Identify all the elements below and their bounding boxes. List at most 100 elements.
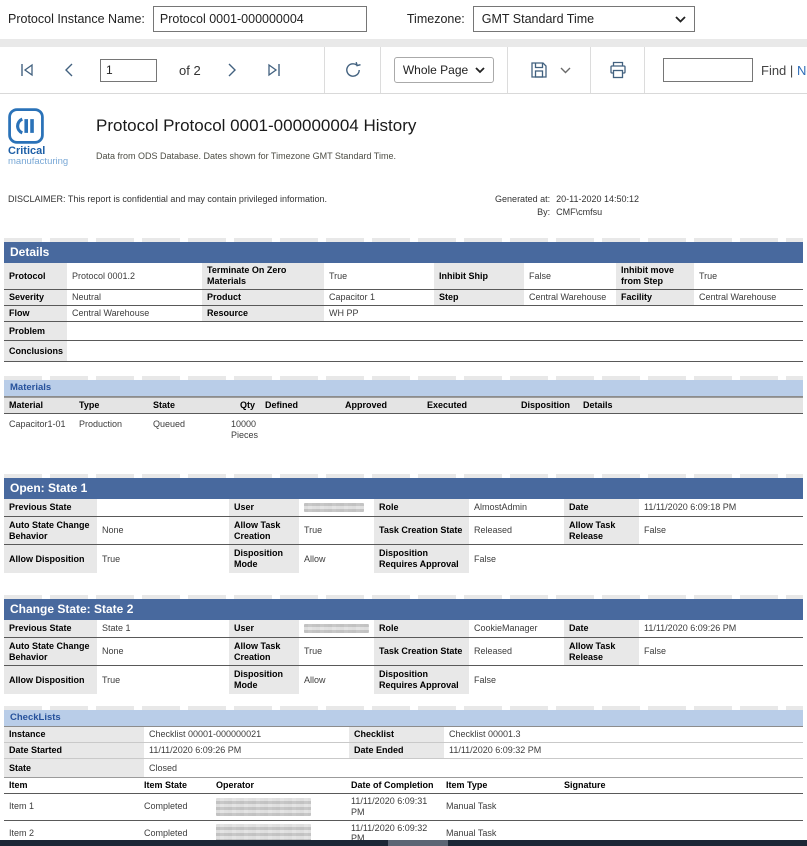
find-next-button[interactable]: Next — [797, 63, 807, 78]
field-value: 11/11/2020 6:09:26 PM — [639, 620, 803, 637]
approved-cell — [340, 414, 422, 448]
title-block: Protocol Protocol 0001-000000004 History… — [84, 108, 416, 167]
field-value: 11/11/2020 6:09:18 PM — [639, 499, 803, 516]
field-value: Protocol 0001.2 — [67, 263, 202, 289]
field-label: Protocol — [4, 263, 67, 289]
field-value: 11/11/2020 6:09:32 PM — [444, 743, 803, 758]
completion-date-cell: 11/11/2020 6:09:31 PM — [346, 794, 441, 820]
field-value: Central Warehouse — [67, 306, 202, 321]
first-page-icon — [18, 61, 36, 79]
field-value: Released — [469, 517, 564, 544]
field-value: CookieManager — [469, 620, 564, 637]
column-header: Item Type — [441, 778, 559, 793]
column-header: Disposition — [516, 398, 578, 413]
field-value: True — [299, 517, 374, 544]
timezone-select[interactable]: GMT Standard Time — [473, 6, 695, 32]
field-label: Conclusions — [4, 341, 67, 361]
field-label: Allow Disposition — [4, 666, 97, 694]
field-value: Checklist 00001.3 — [444, 727, 803, 742]
zoom-select[interactable]: Whole Page — [394, 57, 494, 83]
field-label: Role — [374, 620, 469, 637]
field-label: Auto State Change Behavior — [4, 517, 97, 544]
field-label: Terminate On Zero Materials — [202, 263, 324, 289]
table-header-row: Item Item State Operator Date of Complet… — [4, 777, 803, 794]
export-button[interactable] — [526, 57, 552, 83]
last-page-icon — [265, 61, 283, 79]
section-header: Details — [4, 242, 803, 263]
zoom-group: Whole Page — [381, 47, 508, 93]
disclaimer-text: DISCLAIMER: This report is confidential … — [8, 194, 327, 217]
details-cell — [578, 414, 803, 448]
table-row: Auto State Change Behavior None Allow Ta… — [4, 638, 803, 666]
field-label: Auto State Change Behavior — [4, 638, 97, 665]
field-value: Checklist 00001-000000021 — [144, 727, 349, 742]
column-header: Item State — [139, 778, 211, 793]
print-button[interactable] — [605, 57, 631, 83]
logo-text-manufacturing: manufacturing — [8, 157, 84, 167]
refresh-button[interactable] — [341, 58, 365, 82]
table-row: Conclusions — [4, 341, 803, 362]
field-label: Disposition Requires Approval — [374, 545, 469, 573]
field-value-user — [299, 620, 374, 637]
zoom-selected-value: Whole Page — [403, 63, 468, 77]
report-body: Details Protocol Protocol 0001.2 Termina… — [0, 238, 807, 846]
field-label: Role — [374, 499, 469, 516]
timezone-selected-value: GMT Standard Time — [482, 12, 594, 26]
field-value: Closed — [144, 759, 803, 777]
field-value: True — [324, 263, 434, 289]
field-value: Allow — [299, 666, 374, 694]
field-value: Allow — [299, 545, 374, 573]
disposition-cell — [516, 414, 578, 448]
column-header: Operator — [211, 778, 346, 793]
field-value-user — [299, 499, 374, 516]
state-cell: Queued — [148, 414, 226, 448]
export-dropdown-button[interactable] — [558, 65, 573, 76]
section-header: Change State: State 2 — [4, 599, 803, 620]
field-label: User — [229, 620, 299, 637]
previous-page-button[interactable] — [60, 59, 78, 81]
printer-icon — [607, 59, 629, 81]
field-value: False — [469, 666, 803, 694]
field-label: Allow Task Creation — [229, 638, 299, 665]
protocol-instance-name-input[interactable] — [153, 6, 367, 32]
find-next-controls: Find | Next — [761, 63, 807, 78]
field-value: Capacitor 1 — [324, 290, 434, 305]
executed-cell — [422, 414, 516, 448]
field-label: Task Creation State — [374, 517, 469, 544]
scrollbar-thumb[interactable] — [388, 840, 448, 846]
column-header: Date of Completion — [346, 778, 441, 793]
field-value: Central Warehouse — [694, 290, 803, 305]
next-page-button[interactable] — [223, 59, 241, 81]
table-row: Previous State State 1 User Role CookieM… — [4, 620, 803, 638]
column-header: Qty — [226, 398, 260, 413]
field-label: Instance — [4, 727, 144, 742]
table-row: Instance Checklist 00001-000000021 Check… — [4, 727, 803, 743]
field-value: None — [97, 638, 229, 665]
divider-strip — [0, 39, 807, 47]
column-header: Signature — [559, 778, 803, 793]
field-value: False — [524, 263, 616, 289]
report-header: Critical manufacturing Protocol Protocol… — [0, 94, 807, 167]
next-page-icon — [225, 61, 239, 79]
find-button[interactable]: Find — [761, 63, 786, 78]
report-viewer-page: Protocol Instance Name: Timezone: GMT St… — [0, 0, 807, 846]
horizontal-scrollbar[interactable] — [0, 840, 807, 846]
field-label: Task Creation State — [374, 638, 469, 665]
field-value: AlmostAdmin — [469, 499, 564, 516]
item-state-cell: Completed — [139, 794, 211, 820]
last-page-button[interactable] — [263, 59, 285, 81]
column-header: Item — [4, 778, 139, 793]
first-page-button[interactable] — [16, 59, 38, 81]
table-row: Allow Disposition True Disposition Mode … — [4, 666, 803, 694]
page-number-input[interactable] — [100, 59, 157, 82]
table-row: Flow Central Warehouse Resource WH PP — [4, 306, 803, 322]
table-row: Allow Disposition True Disposition Mode … — [4, 545, 803, 573]
table-row: Item 1 Completed 11/11/2020 6:09:31 PM M… — [4, 794, 803, 821]
section-header: Materials — [4, 380, 803, 397]
field-label: Date — [564, 499, 639, 516]
field-value: Neutral — [67, 290, 202, 305]
qty-unit: Pieces — [231, 430, 255, 441]
field-label: User — [229, 499, 299, 516]
find-input[interactable] — [663, 58, 753, 82]
refresh-group — [325, 47, 381, 93]
